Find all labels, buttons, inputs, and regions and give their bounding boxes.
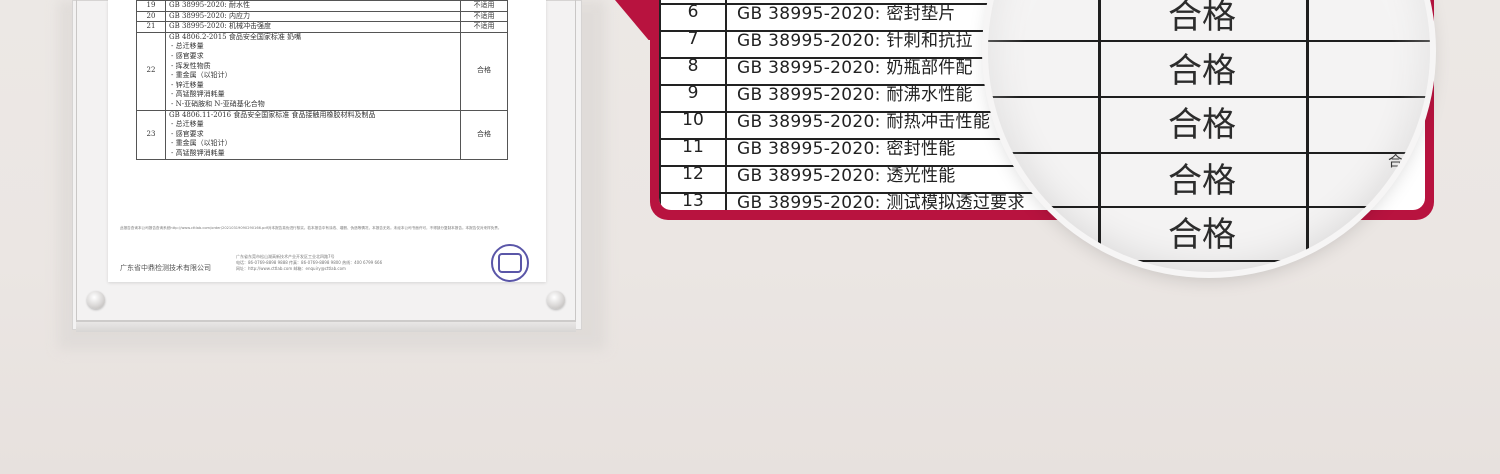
result-cell: 不适用 xyxy=(460,10,508,23)
table-row: 20 GB 38995-2020: 内应力 不适用 xyxy=(136,10,508,23)
sub-item: - 锌迁移量 xyxy=(171,80,204,89)
sub-item: - 挥发性物质 xyxy=(171,61,211,70)
test-item: GB 38995-2020: 内应力 xyxy=(165,10,461,23)
result-cell: 合格 xyxy=(460,31,508,111)
company-name: 广东省中鼎检测技术有限公司 xyxy=(120,264,211,272)
table-row: 19 GB 38995-2020: 耐水性 不适用 xyxy=(136,0,508,12)
row-number: 22 xyxy=(136,31,166,111)
frame-screw-icon xyxy=(547,291,565,309)
row-number: 23 xyxy=(136,109,166,160)
standard-name: GB 38995-2020: 机械冲击强度 xyxy=(169,22,271,31)
standard-name: GB 4806.2-2015 食品安全国家标准 奶嘴 xyxy=(169,32,302,41)
test-item: GB 4806.2-2015 食品安全国家标准 奶嘴 - 总迁移量 - 感官要求 - … xyxy=(165,31,461,111)
row-number: 12 xyxy=(659,159,727,188)
sub-item: - 重金属（以铅计） xyxy=(171,139,232,148)
table-row: 21 GB 38995-2020: 机械冲击强度 不适用 xyxy=(136,21,508,33)
sub-item: - 感官要求 xyxy=(171,51,204,60)
test-results-table: 19 GB 38995-2020: 耐水性 不适用 20 GB 38995-2020: … xyxy=(136,0,508,160)
sub-item: - 感官要求 xyxy=(171,129,204,138)
row-number: 13 xyxy=(659,186,727,210)
web-line: 网址：http://www.cttlab.com 邮箱：enquiry@cttl… xyxy=(236,266,346,271)
table-row: 23 GB 4806.11-2016 食品安全国家标准 食品接触用橡胶材料及制品 -… xyxy=(136,109,508,160)
table-row: 22 GB 4806.2-2015 食品安全国家标准 奶嘴 - 总迁移量 - 感官要求… xyxy=(136,31,508,111)
sub-item: - 总迁移量 xyxy=(171,120,204,129)
row-number: 11 xyxy=(659,132,727,161)
standard-name: GB 38995-2020: 耐水性 xyxy=(169,1,250,9)
sub-item: - N-亚硝胺和 N-亚硝基化合物 xyxy=(171,99,265,108)
result-cell: 不适用 xyxy=(460,0,508,12)
test-item: GB 4806.11-2016 食品安全国家标准 食品接触用橡胶材料及制品 - 总… xyxy=(165,109,461,160)
magnifier-lens: 合格 合格 合格 合格 合格 合格 合格 xyxy=(988,0,1430,272)
row-number: 10 xyxy=(659,105,727,134)
frame-stand-base xyxy=(76,322,576,332)
standard-name: GB 38995-2020: 内应力 xyxy=(169,11,250,20)
sub-item: - 总迁移量 xyxy=(171,42,204,51)
row-number: 7 xyxy=(659,24,727,53)
result-cell: 合格 xyxy=(460,109,508,160)
row-number: 20 xyxy=(136,10,166,23)
row-number: 21 xyxy=(136,21,166,33)
sub-item: - 高锰酸钾消耗量 xyxy=(171,90,225,99)
company-address-block: 广东省东莞市松山湖高新技术产业开发区工业北四路7号 电话：86-0769-889… xyxy=(236,254,496,272)
test-item: GB 38995-2020: 机械冲击强度 xyxy=(165,21,461,33)
lab-seal-icon xyxy=(491,244,529,282)
standard-name: GB 4806.11-2016 食品安全国家标准 食品接触用橡胶材料及制品 xyxy=(169,110,376,119)
row-number: 8 xyxy=(659,51,727,80)
sub-item: - 重金属（以铅计） xyxy=(171,71,232,80)
test-item: GB 38995-2020: 耐水性 xyxy=(165,0,461,12)
side-result: 合格 xyxy=(1392,180,1423,198)
row-number: 9 xyxy=(659,78,727,107)
report-footnote: 此报告查询本公司报告查询系统http://www.cttlab.com/orde… xyxy=(120,226,502,230)
result-cell: 不适用 xyxy=(460,21,508,33)
row-number: 6 xyxy=(659,0,727,26)
sub-item: - 高锰酸钾消耗量 xyxy=(171,148,225,157)
test-report-document: 19 GB 38995-2020: 耐水性 不适用 20 GB 38995-2020: … xyxy=(108,0,546,282)
frame-screw-icon xyxy=(87,291,105,309)
row-number: 19 xyxy=(136,0,166,12)
